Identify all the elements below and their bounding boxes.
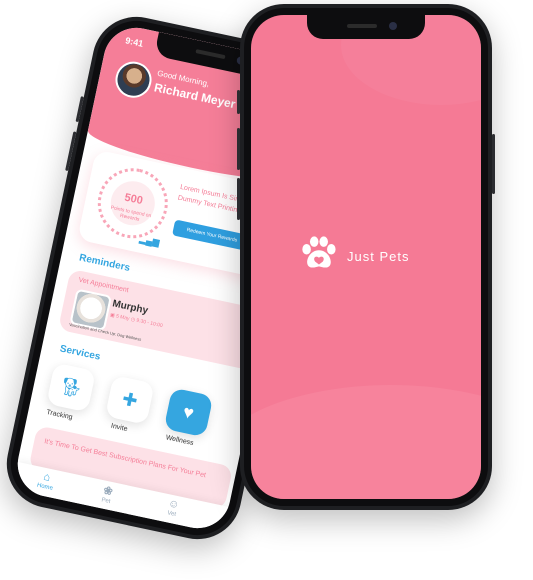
nav-vet[interactable]: ☺ Vet — [165, 497, 181, 519]
service-label-tracking: Tracking — [45, 408, 74, 422]
service-label-wellness: Wellness — [165, 434, 195, 448]
services-title: Services — [58, 343, 102, 363]
splash-screen: Just Pets — [251, 15, 481, 499]
service-invite[interactable]: ✚ — [104, 375, 155, 425]
splash-phone-mockup: Just Pets — [237, 4, 495, 510]
nav-pet[interactable]: ❀ Pet — [101, 484, 114, 506]
bars-icon: ▂▄▆ — [138, 233, 161, 248]
dog-icon: 🐕︎ — [57, 375, 85, 400]
service-tracking[interactable]: 🐕︎ — [46, 362, 97, 413]
paw-logo-icon — [302, 236, 336, 268]
service-wellness[interactable]: ♥ — [163, 387, 214, 438]
nav-home[interactable]: ⌂ Home — [36, 470, 56, 493]
service-label-invite: Invite — [110, 422, 129, 433]
appointment-date: 5 May — [115, 313, 131, 323]
brand-name: Just Pets — [347, 249, 410, 264]
appointment-slot: 9:30 - 10:00 — [135, 317, 164, 330]
brand-logo: Just Pets — [251, 235, 481, 275]
reminders-title: Reminders — [78, 252, 131, 274]
heartbeat-icon: ♥ — [181, 401, 196, 424]
points-gauge: 500 Points to spend on Rewards ▂▄▆ — [91, 161, 175, 248]
add-user-icon: ✚ — [120, 388, 140, 412]
